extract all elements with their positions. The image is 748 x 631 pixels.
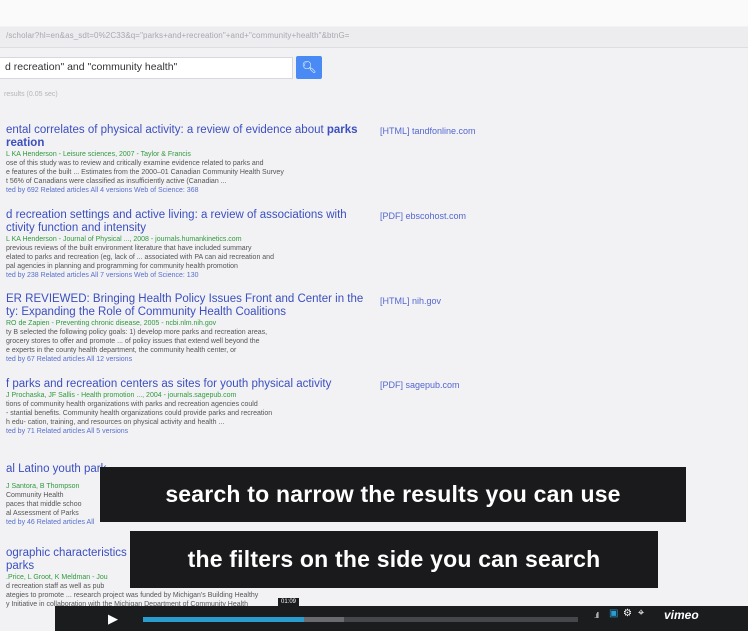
result-snippet: tions of community health organizations … [6, 401, 258, 408]
result-authors: L KA Henderson - Journal of Physical ...… [6, 236, 242, 243]
volume-icon[interactable]: .ıll [594, 611, 599, 620]
result-snippet: h edu- cation, training, and resources o… [6, 418, 225, 426]
result-title[interactable]: f parks and recreation centers as sites … [6, 378, 336, 391]
result-title-line2[interactable]: ty: Expanding the Role of Community Heal… [6, 306, 336, 319]
address-bar[interactable]: /scholar?hl=en&as_sdt=0%2C33&q="parks+an… [0, 27, 748, 48]
video-caption-line1: search to narrow the results you can use [100, 467, 686, 522]
result-source-link[interactable]: [PDF] sagepub.com [380, 380, 460, 390]
result-item: ental correlates of physical activity: a… [6, 124, 358, 196]
captions-icon[interactable]: ▣ [609, 608, 618, 619]
progress-track[interactable] [143, 617, 578, 622]
search-query-text: d recreation" and "community health" [5, 61, 178, 73]
settings-icon[interactable]: ⚙ [623, 608, 632, 619]
address-url: /scholar?hl=en&as_sdt=0%2C33&q="parks+an… [6, 31, 350, 40]
result-authors: L KA Henderson - Leisure sciences, 2007 … [6, 151, 191, 158]
result-links[interactable]: ted by 67 Related articles All 12 versio… [6, 355, 336, 365]
time-tooltip: 01:09 [278, 598, 300, 606]
play-button[interactable]: ▶ [98, 610, 128, 628]
result-authors: J Prochaska, JF Sallis - Health promotio… [6, 392, 237, 399]
result-snippet: e features of the built ... Estimates fr… [6, 168, 284, 176]
result-item: d recreation settings and active living:… [6, 209, 347, 281]
result-snippet: pal agencies in planning and programming… [6, 262, 238, 270]
result-title-line2[interactable]: reation [6, 137, 44, 149]
result-snippet: grocery stores to offer and promote ... … [6, 337, 260, 345]
play-icon: ▶ [108, 611, 118, 626]
result-title[interactable]: ental correlates of physical activity: a… [6, 124, 358, 137]
video-caption-line2: the filters on the side you can search [130, 531, 658, 588]
result-snippet: - stantial benefits. Community health or… [6, 409, 273, 417]
result-item: f parks and recreation centers as sites … [6, 378, 336, 437]
result-title-line2[interactable]: ctivity function and intensity [6, 222, 336, 235]
result-links[interactable]: ted by 71 Related articles All 5 version… [6, 427, 336, 437]
fullscreen-icon[interactable]: ⌖ [638, 607, 644, 620]
result-snippet: elated to parks and recreation (eg, lack… [6, 253, 274, 261]
result-snippet: ty B selected the following policy goals… [6, 329, 268, 336]
result-title[interactable]: d recreation settings and active living:… [6, 209, 347, 222]
result-source-link[interactable]: [HTML] nih.gov [380, 296, 441, 306]
results-count: results (0.05 sec) [4, 91, 58, 98]
result-authors: RO de Zapien - Preventing chronic diseas… [6, 320, 217, 327]
search-button[interactable]: 🔍︎ [296, 56, 322, 79]
result-snippet: t 56% of Canadians were classified as in… [6, 177, 227, 185]
result-links[interactable]: ted by 692 Related articles All 4 versio… [6, 186, 336, 196]
result-source-link[interactable]: [HTML] tandfonline.com [380, 126, 476, 136]
progress-buffered [304, 617, 344, 622]
search-input[interactable]: d recreation" and "community health" [0, 57, 293, 79]
result-title[interactable]: ER REVIEWED: Bringing Health Policy Issu… [6, 293, 363, 306]
browser-toolbar [0, 0, 748, 26]
result-item: ER REVIEWED: Bringing Health Policy Issu… [6, 293, 363, 365]
result-snippet: ose of this study was to review and crit… [6, 160, 264, 167]
search-icon: 🔍︎ [301, 60, 317, 74]
result-source-link[interactable]: [PDF] ebscohost.com [380, 211, 466, 221]
result-snippet: e experts in the county health departmen… [6, 346, 237, 354]
result-snippet: previous reviews of the built environmen… [6, 245, 252, 252]
vimeo-logo[interactable]: vimeo [664, 608, 699, 622]
result-links[interactable]: ted by 238 Related articles All 7 versio… [6, 271, 336, 281]
progress-played [143, 617, 304, 622]
